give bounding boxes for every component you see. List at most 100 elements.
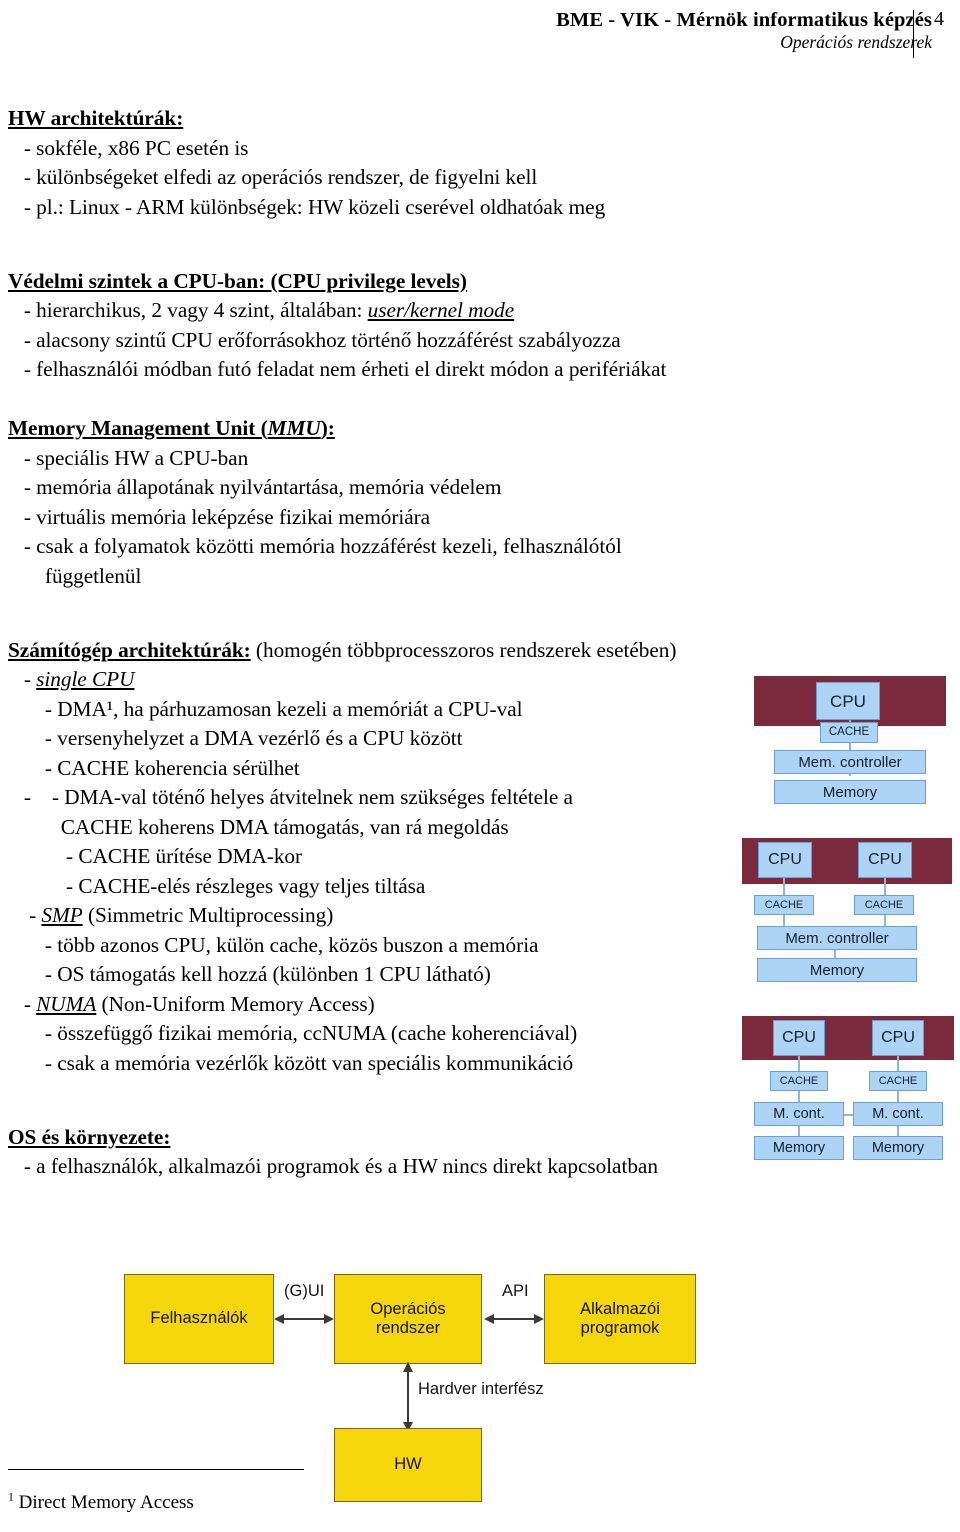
hw-arch-line-2: - különbségeket elfedi az operációs rend… bbox=[8, 165, 538, 189]
single-cpu-box-mem-controller: Mem. controller bbox=[774, 750, 926, 774]
single-cpu-box-cache: CACHE bbox=[820, 722, 878, 743]
section-mmu: Memory Management Unit (MMU): - speciáli… bbox=[8, 414, 952, 591]
hw-arch-line-1: - sokféle, x86 PC esetén is bbox=[8, 135, 249, 160]
mmu-line-5: függetlenül bbox=[8, 563, 142, 588]
numa-box-memory-left: Memory bbox=[754, 1136, 844, 1160]
italic-term-smp: SMP bbox=[41, 903, 83, 927]
bullet-indent: - bbox=[8, 991, 37, 1016]
item-text: CACHE-elés részleges vagy teljes tiltása bbox=[78, 873, 426, 898]
item-text: csak a memória vezérlők között van speci… bbox=[57, 1050, 574, 1075]
numa-box-cache-right: CACHE bbox=[869, 1071, 927, 1091]
bullet-indent bbox=[8, 815, 61, 839]
bullet-indent: - bbox=[8, 696, 58, 721]
spacer-1b bbox=[8, 252, 952, 267]
arrow-head-api-left-icon bbox=[484, 1314, 494, 1324]
os-diagram-label-gui: (G)UI bbox=[284, 1282, 325, 1300]
item-text: (Simmetric Multiprocessing) bbox=[82, 903, 334, 927]
mmu-title-post: ): bbox=[320, 416, 335, 440]
privilege-line-2: - alacsony szintű CPU erőforrásokhoz tör… bbox=[8, 327, 621, 352]
bullet-indent: - - bbox=[8, 785, 65, 809]
section-title-mmu: Memory Management Unit (MMU): bbox=[8, 416, 335, 440]
mmu-line-4: - csak a folyamatok közötti memória hozz… bbox=[8, 534, 622, 558]
item-text: CACHE koherens DMA támogatás, van rá meg… bbox=[60, 814, 509, 839]
smp-box-cache-right: CACHE bbox=[854, 895, 914, 915]
header-institution: BME - VIK - Mérnök informatikus képzés bbox=[556, 9, 932, 31]
bullet-indent: - bbox=[8, 726, 58, 750]
arrow-head-api-right-icon bbox=[534, 1314, 544, 1324]
section-title-os-environment: OS és környezete: bbox=[8, 1124, 171, 1149]
diagram-single-cpu: CPU CACHE Mem. controller Memory bbox=[754, 676, 946, 804]
section-title-privilege-levels: Védelmi szintek a CPU-ban: (CPU privileg… bbox=[8, 268, 467, 293]
bullet-indent: - bbox=[8, 932, 58, 957]
section-hw-architectures: HW architektúrák: - sokféle, x86 PC eset… bbox=[8, 104, 952, 222]
single-cpu-box-memory: Memory bbox=[774, 780, 926, 804]
item-text: OS támogatás kell hozzá (különben 1 CPU … bbox=[57, 962, 491, 986]
item-text: CACHE koherencia sérülhet bbox=[57, 755, 300, 780]
computer-arch-item-11: - NUMA (Non-Uniform Memory Access) bbox=[8, 990, 952, 1020]
italic-term-single-cpu: single CPU bbox=[36, 667, 135, 691]
item-text: DMA¹, ha párhuzamosan kezeli a memóriát … bbox=[57, 696, 523, 721]
item-text: (Non-Uniform Memory Access) bbox=[96, 991, 375, 1016]
item-text: összefüggő fizikai memória, ccNUMA (cach… bbox=[57, 1021, 578, 1045]
header-course: Operációs rendszerek bbox=[780, 32, 932, 53]
arrow-head-gui-left-icon bbox=[274, 1314, 284, 1324]
numa-box-memory-right: Memory bbox=[853, 1136, 943, 1160]
section-privilege-levels: Védelmi szintek a CPU-ban: (CPU privileg… bbox=[8, 267, 952, 385]
bullet-indent: - bbox=[8, 1021, 58, 1045]
privilege-line-1-pre: - hierarchikus, 2 vagy 4 szint, általába… bbox=[8, 298, 368, 322]
mmu-line-2: - memória állapotának nyilvántartása, me… bbox=[8, 475, 502, 499]
hw-arch-line-3: - pl.: Linux - ARM különbségek: HW közel… bbox=[8, 194, 606, 219]
bullet-indent: - bbox=[8, 667, 37, 691]
single-cpu-box-cpu: CPU bbox=[816, 682, 880, 720]
italic-term-numa: NUMA bbox=[36, 991, 97, 1016]
diagram-numa: CPU CPU CACHE CACHE M. cont. M. cont. Me… bbox=[742, 1016, 954, 1166]
bullet-indent: - bbox=[8, 755, 58, 780]
bullet-indent: - bbox=[8, 962, 58, 986]
mmu-title-pre: Memory Management Unit ( bbox=[8, 416, 268, 440]
numa-box-mcont-right: M. cont. bbox=[853, 1102, 943, 1126]
header-divider bbox=[913, 10, 914, 58]
page-number: 4 bbox=[934, 8, 944, 30]
numa-box-cpu-right: CPU bbox=[872, 1020, 924, 1056]
section-title-hw-architectures: HW architektúrák: bbox=[8, 106, 184, 130]
smp-box-cpu-right: CPU bbox=[858, 842, 912, 878]
bullet-indent: - bbox=[8, 903, 42, 927]
numa-box-cache-left: CACHE bbox=[770, 1071, 828, 1091]
privilege-line-1-italic: user/kernel mode bbox=[367, 298, 515, 322]
mmu-title-italic: MMU bbox=[267, 416, 321, 440]
numa-box-mcont-left: M. cont. bbox=[754, 1102, 844, 1126]
smp-box-mem-controller: Mem. controller bbox=[757, 926, 917, 950]
footnote: 1 Direct Memory Access bbox=[8, 1491, 194, 1514]
footnote-text: Direct Memory Access bbox=[13, 1492, 194, 1513]
mmu-line-1: - speciális HW a CPU-ban bbox=[8, 445, 249, 470]
numa-box-cpu-left: CPU bbox=[773, 1020, 825, 1056]
item-text: versenyhelyzet a DMA vezérlő és a CPU kö… bbox=[57, 726, 463, 750]
smp-box-cpu-left: CPU bbox=[758, 842, 812, 878]
spacer-3b bbox=[8, 621, 952, 636]
smp-box-memory: Memory bbox=[757, 958, 917, 982]
arrow-head-gui-right-icon bbox=[324, 1314, 334, 1324]
os-diagram-box-hw: HW bbox=[334, 1428, 482, 1502]
item-text: CACHE ürítése DMA-kor bbox=[78, 844, 303, 868]
section-title-computer-architectures: Számítógép architektúrák: bbox=[8, 637, 251, 662]
os-box-label-line1: Operációs bbox=[370, 1299, 446, 1318]
os-diagram-box-operating-system: Operációs rendszer bbox=[334, 1274, 482, 1364]
os-diagram-box-application-programs: Alkalmazói programok bbox=[544, 1274, 696, 1364]
arrow-head-hw-interface-up-icon bbox=[403, 1362, 413, 1372]
item-text: DMA-val töténő helyes átvitelnek nem szü… bbox=[64, 785, 573, 809]
diagram-smp: CPU CPU CACHE CACHE Mem. controller Memo… bbox=[742, 838, 952, 982]
apps-box-label-line1: Alkalmazói bbox=[580, 1299, 660, 1318]
bullet-indent: - bbox=[8, 873, 79, 898]
footnote-divider bbox=[8, 1469, 304, 1470]
page-header: BME - VIK - Mérnök informatikus képzés O… bbox=[0, 8, 932, 53]
privilege-line-3: - felhasználói módban futó feladat nem é… bbox=[8, 357, 667, 381]
bullet-indent: - bbox=[8, 1050, 58, 1075]
smp-box-cache-left: CACHE bbox=[754, 895, 814, 915]
diagram-os-environment: Felhasználók Operációs rendszer Alkalmaz… bbox=[112, 1262, 712, 1502]
os-diagram-label-api: API bbox=[502, 1282, 529, 1300]
apps-box-label-line2: programok bbox=[580, 1319, 660, 1337]
item-text: több azonos CPU, külön cache, közös busz… bbox=[57, 932, 539, 957]
